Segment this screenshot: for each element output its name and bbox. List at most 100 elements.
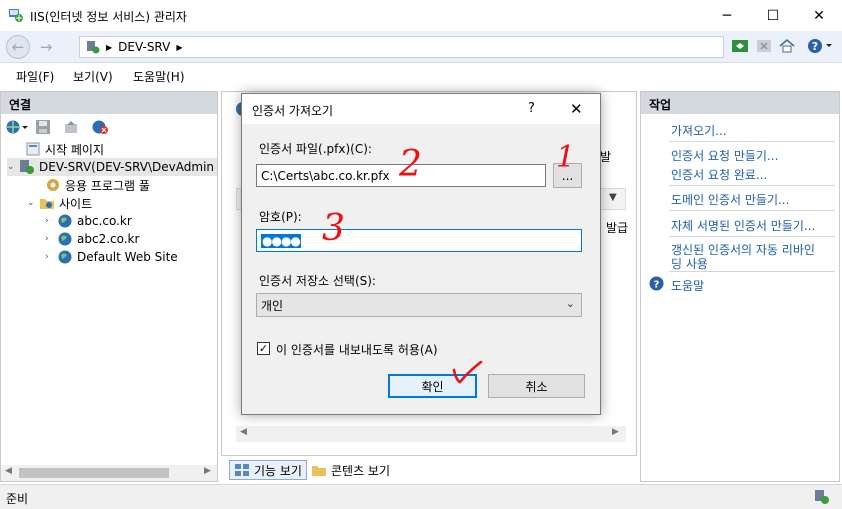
annotation-checkmark: [452, 360, 483, 384]
tree-item-sites[interactable]: ⌄ 사이트: [27, 194, 92, 212]
start-page-icon: [25, 141, 41, 157]
cancel-button[interactable]: 취소: [488, 374, 585, 398]
scroll-left-icon[interactable]: ◀: [5, 466, 12, 476]
status-bar: 준비: [0, 484, 842, 509]
dialog-title-bar: 인증서 가져오기 ? ✕: [242, 94, 600, 124]
tree-label: Default Web Site: [77, 250, 178, 264]
view-tabs: 기능 보기 콘텐츠 보기: [221, 458, 637, 482]
action-help[interactable]: 도움말: [671, 277, 704, 294]
home-icon[interactable]: [778, 37, 796, 55]
iis-app-icon: [8, 7, 24, 23]
expand-icon[interactable]: ›: [45, 216, 57, 226]
svg-text:?: ?: [812, 40, 818, 53]
divider: [669, 141, 835, 142]
tree-item-app-pools[interactable]: 응용 프로그램 풀: [45, 176, 150, 194]
arrow-left-icon: ←: [11, 38, 25, 56]
store-label: 인증서 저장소 선택(S):: [259, 274, 376, 288]
tree-label: 시작 페이지: [45, 142, 105, 157]
maximize-button[interactable]: ☐: [750, 0, 796, 31]
action-import[interactable]: 가져오기...: [671, 122, 727, 139]
action-create-domain-cert[interactable]: 도메인 인증서 만들기...: [671, 191, 789, 208]
annotation-number: 3: [322, 208, 345, 249]
import-certificate-dialog: 인증서 가져오기 ? ✕ 인증서 파일(.pfx)(C): C:\Certs\a…: [241, 93, 601, 415]
tree-item-server[interactable]: ⌄ DEV-SRV(DEV-SRV\DevAdmin: [7, 158, 217, 176]
sites-folder-icon: [39, 195, 55, 211]
arrow-right-icon: →: [39, 38, 53, 56]
tab-label: 콘텐츠 보기: [331, 463, 391, 478]
tree-label: 사이트: [59, 196, 93, 211]
certificate-store-select[interactable]: 개인 ⌄: [256, 293, 582, 317]
expand-icon[interactable]: ›: [45, 234, 57, 244]
allow-export-checkbox[interactable]: ✓: [257, 342, 270, 355]
status-text: 준비: [6, 492, 29, 506]
connections-header: 연결: [1, 92, 217, 114]
connections-toolbar: [1, 114, 217, 140]
close-button[interactable]: ✕: [796, 0, 842, 31]
app-pool-icon: [45, 177, 61, 193]
connect-globe-icon[interactable]: [5, 119, 29, 138]
divider: [669, 271, 835, 272]
annotation-number: 1: [556, 140, 576, 175]
scroll-right-icon[interactable]: ▶: [204, 466, 211, 476]
save-icon[interactable]: [35, 119, 51, 138]
back-button[interactable]: ←: [6, 35, 30, 59]
content-view-icon: [311, 463, 327, 477]
password-input[interactable]: ●●●●: [256, 229, 582, 252]
action-auto-rebind-cont[interactable]: 딩 사용: [671, 255, 708, 272]
tab-label: 기능 보기: [254, 463, 302, 478]
dialog-help-button[interactable]: ?: [528, 101, 535, 116]
menu-view[interactable]: 보기(V): [73, 68, 113, 85]
stop-icon[interactable]: [755, 37, 773, 55]
server-icon: [19, 159, 35, 175]
minimize-button[interactable]: ─: [704, 0, 750, 31]
store-selected-value: 개인: [261, 298, 284, 313]
action-complete-request[interactable]: 인증서 요청 완료...: [671, 166, 767, 183]
actions-panel: 작업 가져오기... 인증서 요청 만들기... 인증서 요청 완료... 도메…: [640, 91, 840, 482]
allow-export-label[interactable]: 이 인증서를 내보내도록 허용(A): [276, 341, 438, 358]
help-menu-icon[interactable]: ?: [806, 37, 834, 55]
tree-item-site[interactable]: › abc2.co.kr: [45, 230, 139, 248]
tree-item-start-page[interactable]: 시작 페이지: [25, 140, 104, 158]
password-mask: ●●●●: [261, 233, 301, 248]
checkmark-icon: ✓: [258, 342, 269, 355]
sort-arrow-icon[interactable]: ▼: [609, 192, 617, 203]
collapse-icon[interactable]: ⌄: [7, 162, 19, 172]
menu-bar: 파일(F) 보기(V) 도움말(H): [0, 63, 842, 89]
action-create-request[interactable]: 인증서 요청 만들기...: [671, 147, 778, 164]
breadcrumb-arrow-icon[interactable]: ▶: [176, 43, 182, 52]
breadcrumb-server[interactable]: DEV-SRV: [118, 40, 170, 54]
scroll-left-icon[interactable]: ◀: [240, 427, 247, 437]
refresh-icon[interactable]: [731, 37, 749, 55]
tree-label: 응용 프로그램 풀: [65, 178, 150, 193]
menu-file[interactable]: 파일(F): [16, 68, 54, 85]
menu-help[interactable]: 도움말(H): [133, 68, 185, 85]
tree-item-site[interactable]: › abc.co.kr: [45, 212, 132, 230]
tab-content-view[interactable]: 콘텐츠 보기: [307, 460, 394, 480]
dialog-close-button[interactable]: ✕: [570, 100, 583, 118]
horizontal-scrollbar[interactable]: ◀ ▶: [1, 465, 217, 481]
globe-icon: [57, 249, 73, 265]
action-create-self-signed[interactable]: 자체 서명된 인증서 만들기...: [671, 217, 815, 234]
globe-icon: [57, 213, 73, 229]
annotation-number: 2: [399, 144, 422, 185]
file-label: 인증서 파일(.pfx)(C):: [259, 142, 372, 156]
collapse-icon[interactable]: ⌄: [27, 198, 39, 208]
server-status-icon: [814, 489, 830, 508]
expand-icon[interactable]: ›: [45, 252, 57, 262]
partial-column-text: 발: [600, 150, 612, 164]
scroll-right-icon[interactable]: ▶: [612, 427, 619, 437]
window-title: IIS(인터넷 정보 서비스) 관리자: [30, 10, 187, 24]
tree-item-site[interactable]: › Default Web Site: [45, 248, 178, 266]
tab-features-view[interactable]: 기능 보기: [229, 460, 307, 480]
chevron-down-icon: ⌄: [565, 297, 575, 310]
address-field[interactable]: ▶ DEV-SRV ▶: [79, 36, 724, 58]
disconnect-icon[interactable]: [91, 119, 109, 138]
divider: [669, 185, 835, 186]
up-level-icon[interactable]: [63, 119, 79, 138]
horizontal-scrollbar[interactable]: ◀ ▶: [236, 426, 626, 442]
forward-button[interactable]: →: [34, 35, 58, 59]
tree-label: DEV-SRV(DEV-SRV\DevAdmin: [39, 160, 215, 174]
scroll-thumb[interactable]: [19, 468, 169, 478]
globe-icon: [57, 231, 73, 247]
partial-cell-text: 발급: [606, 221, 629, 235]
